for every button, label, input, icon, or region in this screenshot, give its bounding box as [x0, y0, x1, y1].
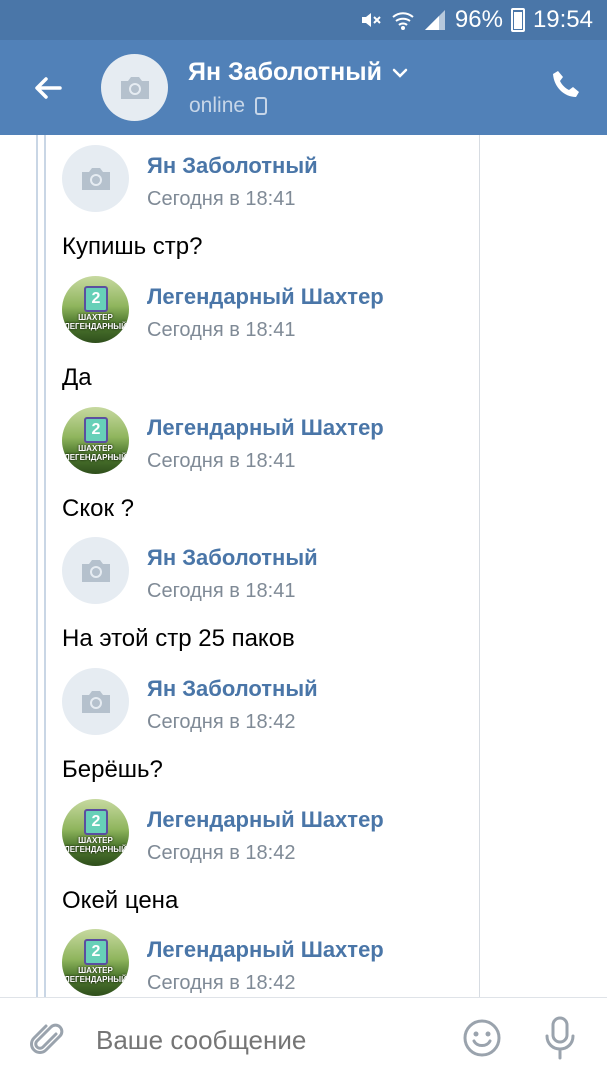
message-input-bar — [0, 997, 607, 1080]
avatar[interactable] — [62, 145, 129, 212]
avatar[interactable]: 2 ШАХТЕР ЛЕГЕНДАРНЫЙ — [62, 929, 129, 996]
forwarded-messages-area[interactable]: Ян Заболотный Сегодня в 18:41 Купишь стр… — [0, 135, 607, 997]
sender-name[interactable]: Легендарный Шахтер — [147, 284, 384, 310]
avatar[interactable] — [62, 668, 129, 735]
header-avatar[interactable] — [101, 54, 168, 121]
battery-percent: 96% — [454, 6, 503, 33]
camera-icon — [81, 559, 110, 582]
logo-text: ШАХТЕР — [78, 836, 113, 845]
online-status-text: online — [189, 94, 246, 117]
sender-name[interactable]: Ян Заболотный — [147, 153, 318, 179]
message-time: Сегодня в 18:42 — [147, 842, 296, 864]
sender-name[interactable]: Ян Заболотный — [147, 676, 318, 702]
avatar[interactable]: 2 ШАХТЕР ЛЕГЕНДАРНЫЙ — [62, 407, 129, 474]
battery-icon — [510, 8, 525, 32]
logo-text: ШАХТЕР — [78, 444, 113, 453]
paperclip-icon[interactable] — [30, 1020, 66, 1060]
status-bar: 96% 19:54 — [0, 0, 607, 40]
sender-name[interactable]: Легендарный Шахтер — [147, 807, 384, 833]
message-input[interactable] — [96, 1020, 426, 1060]
logo-text: ЛЕГЕНДАРНЫЙ — [64, 975, 127, 984]
message-text: Купишь стр? — [62, 233, 203, 260]
chat-header: Ян Заболотный online — [0, 40, 607, 135]
sender-name[interactable]: Легендарный Шахтер — [147, 415, 384, 441]
avatar[interactable]: 2 ШАХТЕР ЛЕГЕНДАРНЫЙ — [62, 799, 129, 866]
back-arrow-icon[interactable] — [28, 68, 68, 108]
logo-text: ЛЕГЕНДАРНЫЙ — [64, 322, 127, 331]
message-time: Сегодня в 18:41 — [147, 580, 296, 602]
logo-text: ШАХТЕР — [78, 966, 113, 975]
message-text: На этой стр 25 паков — [62, 625, 295, 652]
message-time: Сегодня в 18:41 — [147, 319, 296, 341]
camera-icon — [81, 690, 110, 713]
sender-name[interactable]: Ян Заболотный — [147, 545, 318, 571]
clock: 19:54 — [532, 6, 593, 33]
chat-title[interactable]: Ян Заболотный — [188, 58, 408, 87]
forward-bar-inner — [44, 135, 46, 997]
chat-title-text: Ян Заболотный — [188, 58, 382, 86]
online-status: online — [189, 94, 268, 118]
message-time: Сегодня в 18:42 — [147, 711, 296, 733]
message-time: Сегодня в 18:42 — [147, 972, 296, 994]
mute-icon — [361, 13, 381, 27]
logo-text: ЛЕГЕНДАРНЫЙ — [64, 845, 127, 854]
logo-text: ЛЕГЕНДАРНЫЙ — [64, 453, 127, 462]
message-text: Скок ? — [62, 495, 134, 522]
game-logo-icon: 2 — [84, 939, 108, 965]
avatar[interactable] — [62, 537, 129, 604]
forward-bar-outer — [36, 135, 38, 997]
wifi-icon — [392, 12, 414, 30]
mobile-phone-icon — [255, 97, 268, 115]
microphone-icon[interactable] — [542, 1016, 578, 1060]
game-logo-icon: 2 — [84, 286, 108, 312]
game-logo-icon: 2 — [84, 809, 108, 835]
message-time: Сегодня в 18:41 — [147, 188, 296, 210]
game-logo-icon: 2 — [84, 417, 108, 443]
chevron-down-icon — [392, 68, 408, 78]
signal-icon — [424, 10, 445, 30]
message-text: Да — [62, 364, 92, 391]
message-text: Берёшь? — [62, 756, 163, 783]
bubble-edge — [479, 135, 480, 997]
avatar[interactable]: 2 ШАХТЕР ЛЕГЕНДАРНЫЙ — [62, 276, 129, 343]
phone-call-icon[interactable] — [549, 68, 583, 102]
camera-icon — [120, 76, 149, 99]
camera-icon — [81, 167, 110, 190]
message-text: Окей цена — [62, 887, 179, 914]
message-time: Сегодня в 18:41 — [147, 450, 296, 472]
logo-text: ШАХТЕР — [78, 313, 113, 322]
sender-name[interactable]: Легендарный Шахтер — [147, 937, 384, 963]
emoji-icon[interactable] — [462, 1018, 502, 1058]
